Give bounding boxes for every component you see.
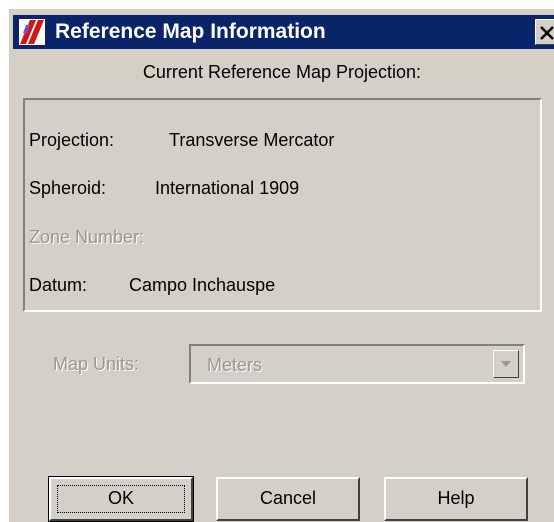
map-units-label: Map Units: <box>53 354 140 374</box>
ok-button[interactable]: OK <box>48 476 194 522</box>
help-button-label: Help <box>437 488 475 508</box>
datum-value: Campo Inchauspe <box>129 275 276 295</box>
zone-number-row: Zone Number: <box>29 227 529 251</box>
spheroid-label: Spheroid: <box>29 178 107 198</box>
window-title: Reference Map Information <box>55 20 326 43</box>
spheroid-value: International 1909 <box>155 178 300 198</box>
title-bar[interactable]: Reference Map Information <box>13 15 554 49</box>
datum-row: Datum: Campo Inchauspe <box>29 275 529 299</box>
spheroid-row: Spheroid: International 1909 <box>29 178 529 202</box>
cancel-button-label: Cancel <box>259 488 317 508</box>
focus-rectangle <box>57 485 185 513</box>
projection-info-group: Projection: Transverse Mercator Spheroid… <box>23 98 542 312</box>
map-units-select[interactable]: Meters <box>189 344 525 384</box>
zone-number-label: Zone Number: <box>29 227 145 247</box>
projection-row: Projection: Transverse Mercator <box>29 130 529 154</box>
projection-heading: Current Reference Map Projection: <box>142 62 422 82</box>
map-units-value: Meters <box>207 355 263 375</box>
map-units-dropdown-button[interactable] <box>493 350 519 378</box>
projection-value: Transverse Mercator <box>169 130 335 150</box>
help-button[interactable]: Help <box>384 477 528 521</box>
map-app-icon <box>19 19 45 45</box>
reference-map-dialog: Reference Map Information Current Refere… <box>8 8 554 522</box>
projection-label: Projection: <box>29 130 115 150</box>
close-button[interactable] <box>535 19 554 45</box>
cancel-button[interactable]: Cancel <box>216 477 360 521</box>
datum-label: Datum: <box>29 275 88 295</box>
